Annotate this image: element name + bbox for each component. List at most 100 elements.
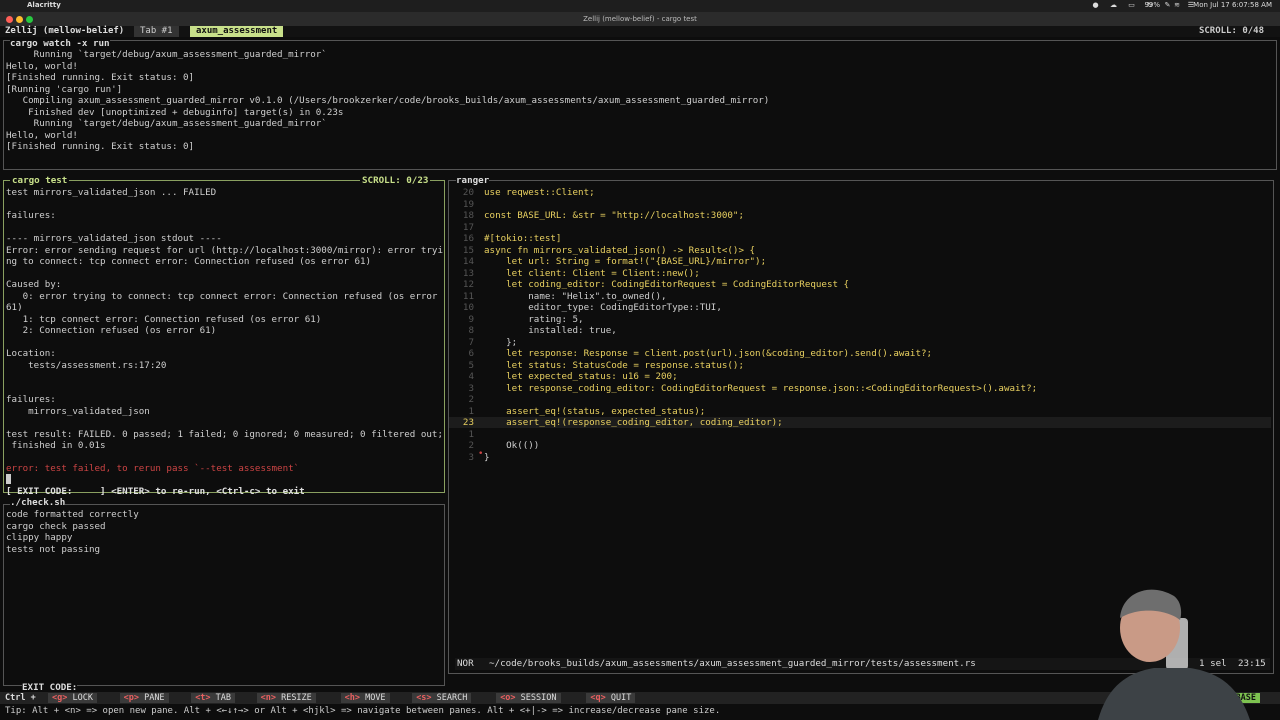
test-output-line: ---- mirrors_validated_json stdout ---- (6, 233, 222, 244)
keybinding-lock[interactable]: <g> LOCK (48, 693, 97, 703)
code-line: let client: Client = Client::new(); (484, 267, 700, 279)
ranger-pane-title: ranger (456, 175, 490, 187)
test-output-line: Location: (6, 348, 56, 359)
code-line: assert_eq!(status, expected_status); (484, 405, 706, 417)
record-icon[interactable]: ● (1091, 0, 1100, 9)
keybinding-label: TAB (215, 693, 232, 703)
test-output-line: 2: Connection refused (os error 61) (6, 325, 217, 336)
keybinding-pane[interactable]: <p> PANE (119, 693, 169, 703)
test-output-line: failures: (6, 394, 56, 405)
menubar-app-name[interactable]: Alacritty (27, 1, 61, 9)
tab-1[interactable]: Tab #1 (134, 26, 179, 37)
keybinding-label: QUIT (610, 693, 632, 703)
output-line: Hello, world! (6, 129, 78, 141)
line-number: 16 (462, 233, 474, 244)
keybinding-quit[interactable]: <q> QUIT (586, 693, 636, 703)
output-line: Finished dev [unoptimized + debuginfo] t… (6, 106, 344, 118)
code-line: rating: 5, (484, 313, 584, 325)
keybinding-label: RESIZE (281, 693, 312, 703)
line-number: 3 (468, 382, 474, 394)
keybinding-label: PANE (144, 693, 165, 703)
keybinding-key: <s> (416, 693, 432, 703)
keybinding-label: SESSION (520, 693, 557, 703)
line-number: 11 (462, 290, 474, 302)
battery-percent[interactable]: 99% (1144, 1, 1160, 9)
test-output-line: finished in 0.01s (6, 440, 106, 451)
check-output-line: clippy happy (6, 532, 73, 543)
code-line: installed: true, (484, 325, 617, 336)
tip-text: Tip: Alt + <n> => open new pane. Alt + <… (5, 706, 721, 716)
keybinding-label: LOCK (72, 693, 93, 703)
cloud-icon[interactable]: ☁ (1109, 0, 1118, 9)
line-number: 2 (468, 440, 474, 451)
output-line: [Finished running. Exit status: 0] (6, 141, 195, 152)
menubar: Alacritty ● ☁ ▭ ↻ ✎ 99% ≋ ☰ Mon Jul 17 6… (0, 0, 1280, 12)
line-number: 9 (468, 313, 474, 325)
wifi-icon[interactable]: ≋ (1174, 1, 1180, 9)
keybinding-label: MOVE (365, 693, 386, 703)
line-number: 6 (468, 348, 474, 359)
test-output-line: tests/assessment.rs:17:20 (6, 359, 167, 371)
check-output-line: code formatted correctly (6, 509, 139, 520)
zellij-tab-bar: Zellij (mellow-belief) Tab #1 axum_asses… (0, 26, 1280, 37)
keybinding-move[interactable]: <h> MOVE (340, 693, 390, 703)
diagnostic-marker-icon: • (478, 449, 484, 459)
cargo-test-scroll-indicator: SCROLL: 0/23 (360, 175, 431, 186)
test-output-line: failures: (6, 210, 56, 221)
keybinding-resize[interactable]: <n> RESIZE (256, 693, 316, 703)
line-number: 7 (468, 336, 474, 348)
line-number: 4 (468, 371, 474, 382)
output-line: Running `target/debug/axum_assessment_gu… (6, 49, 327, 60)
keybinding-key: <o> (500, 693, 516, 703)
keybinding-tab[interactable]: <t> TAB (191, 693, 236, 703)
line-number: 10 (462, 302, 474, 313)
pen-icon[interactable]: ✎ (1163, 0, 1172, 9)
code-line: #[tokio::test] (484, 233, 562, 244)
keybinding-label: SEARCH (436, 693, 468, 703)
editor-file-path: ~/code/brooks_builds/axum_assessments/ax… (489, 658, 976, 669)
menubar-clock[interactable]: Mon Jul 17 6:07:58 AM (1193, 1, 1272, 9)
line-number: 23 (462, 417, 474, 428)
line-number: 2 (468, 394, 474, 405)
line-number: 18 (462, 210, 474, 221)
tab-axum-assessment[interactable]: axum_assessment (190, 26, 284, 37)
keybinding-key: <q> (590, 693, 606, 703)
line-number: 20 (462, 187, 474, 198)
keybinding-session[interactable]: <o> SESSION (496, 693, 561, 703)
top-pane-scroll-indicator: SCROLL: 0/48 (1198, 26, 1264, 36)
keybinding-key: <n> (260, 693, 276, 703)
test-output-line: mirrors_validated_json (6, 405, 150, 417)
code-line: async fn mirrors_validated_json() -> Res… (484, 244, 756, 256)
terminal-cursor (6, 474, 11, 484)
output-line: [Running 'cargo run'] (6, 83, 123, 95)
keybinding-key: <g> (52, 693, 68, 703)
test-output-line: error: test failed, to rerun pass `--tes… (6, 463, 300, 474)
code-line: }; (484, 336, 518, 348)
code-line: assert_eq!(response_coding_editor, codin… (484, 417, 783, 428)
code-line: let url: String = format!("{BASE_URL}/mi… (484, 256, 767, 267)
tip-bar: Tip: Alt + <n> => open new pane. Alt + <… (0, 704, 1280, 720)
code-line: let response: Response = client.post(url… (484, 348, 933, 359)
webcam-overlay (1090, 580, 1260, 720)
code-line: name: "Helix".to_owned(), (484, 290, 667, 302)
output-line: Running `target/debug/axum_assessment_gu… (6, 118, 327, 129)
code-line: Ok(()) (484, 440, 540, 451)
editor-mode: NOR (457, 658, 474, 669)
line-number: 13 (462, 267, 474, 279)
session-name: Zellij (mellow-belief) (5, 26, 125, 36)
code-line: editor_type: CodingEditorType::TUI, (484, 302, 722, 313)
line-number: 1 (468, 428, 474, 440)
line-number: 8 (468, 325, 474, 336)
keybinding-key: <h> (344, 693, 360, 703)
line-number: 3 (468, 451, 474, 463)
line-number: 17 (462, 221, 474, 233)
line-number: 1 (468, 405, 474, 417)
code-line: const BASE_URL: &str = "http://localhost… (484, 210, 744, 221)
test-output-line: Caused by: (6, 279, 62, 290)
test-exit-line[interactable]: [ EXIT CODE: ] <ENTER> to re-run, <Ctrl-… (6, 486, 305, 498)
line-number: 15 (462, 244, 474, 256)
keybinding-search[interactable]: <s> SEARCH (412, 693, 472, 703)
check-output-line: tests not passing (6, 543, 101, 555)
line-number: 19 (462, 198, 474, 210)
display-icon[interactable]: ▭ (1127, 0, 1136, 9)
